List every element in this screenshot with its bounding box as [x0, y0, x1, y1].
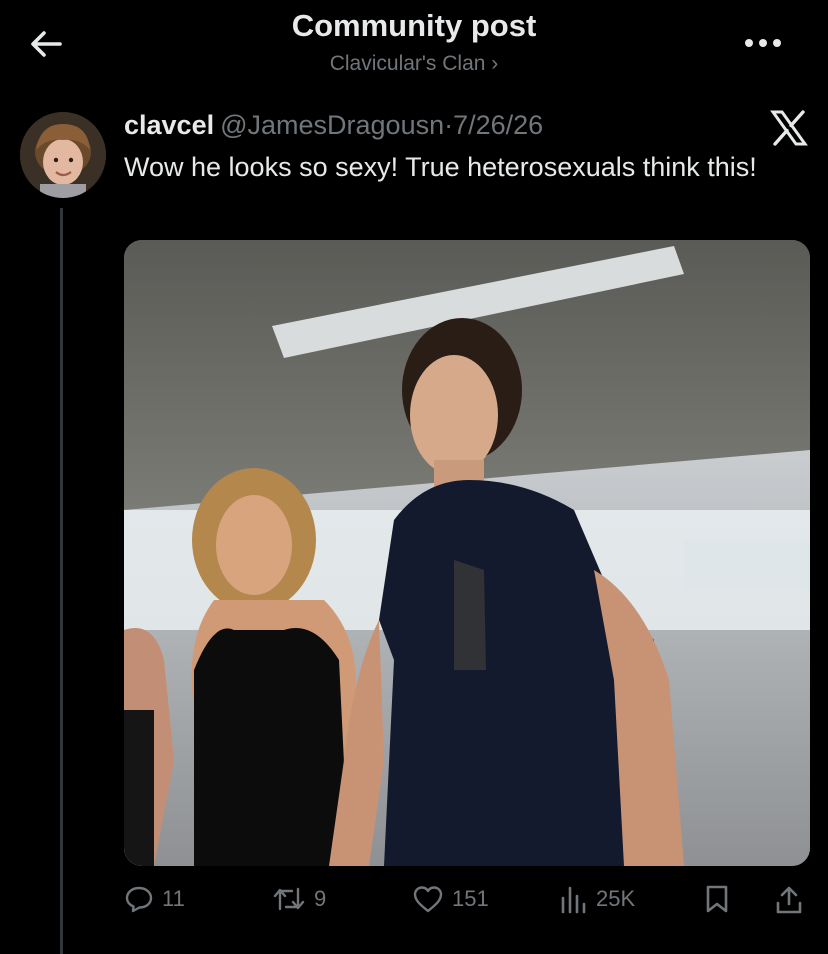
- repost-icon: [273, 887, 305, 911]
- bookmark-icon: [706, 885, 728, 913]
- reply-icon: [125, 886, 153, 913]
- repost-count: 9: [314, 886, 327, 911]
- like-count: 151: [452, 886, 489, 911]
- share-button[interactable]: [774, 884, 804, 916]
- views-icon: [561, 886, 586, 914]
- heart-icon: [413, 886, 443, 913]
- page-title: Community post: [291, 8, 537, 43]
- community-link[interactable]: Clavicular's Clan ›: [0, 52, 828, 76]
- display-name[interactable]: clavcel: [124, 110, 214, 140]
- views-button[interactable]: 25K: [558, 884, 635, 914]
- avatar[interactable]: [20, 112, 106, 198]
- thread-line: [60, 208, 63, 954]
- top-bar: Community post Clavicular's Clan ›: [0, 0, 828, 100]
- post-text: Wow he looks so sexy! True heterosexuals…: [124, 152, 757, 182]
- like-button[interactable]: 151: [412, 884, 489, 914]
- x-logo-icon[interactable]: [770, 110, 808, 146]
- post-date[interactable]: 7/26/26: [453, 110, 543, 140]
- user-handle[interactable]: @JamesDragousn: [220, 110, 444, 140]
- reply-count: 11: [162, 886, 185, 911]
- views-count: 25K: [596, 886, 636, 911]
- post-header: clavcel @JamesDragousn·7/26/26: [124, 110, 543, 141]
- more-dots-icon[interactable]: [742, 32, 786, 54]
- separator-dot: ·: [444, 110, 454, 140]
- post-image[interactable]: [124, 240, 810, 866]
- repost-button[interactable]: 9: [272, 884, 326, 914]
- bookmark-button[interactable]: [704, 884, 730, 914]
- share-icon: [776, 886, 802, 914]
- reply-button[interactable]: 11: [124, 884, 185, 914]
- action-bar: 11 9 151 25K: [0, 870, 828, 930]
